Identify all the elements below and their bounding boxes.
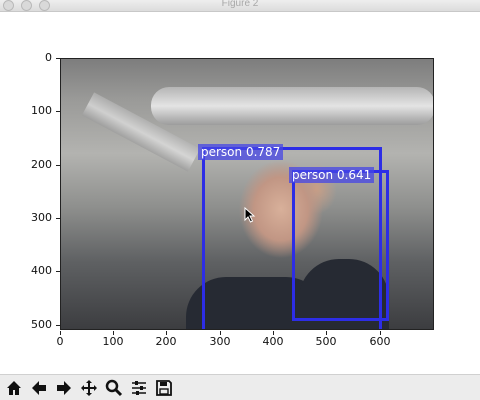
ceiling-duct <box>151 87 433 125</box>
detection-box <box>292 170 389 321</box>
detection-label: person 0.787 <box>198 144 284 160</box>
configure-subplots-button[interactable] <box>128 378 150 398</box>
x-tick-label: 200 <box>155 335 177 348</box>
x-tick-mark <box>113 331 114 335</box>
x-tick-mark <box>220 331 221 335</box>
detection-label: person 0.641 <box>289 167 375 183</box>
y-tick-label: 400 <box>31 264 52 277</box>
y-tick-label: 100 <box>31 104 52 117</box>
x-tick-mark <box>273 331 274 335</box>
x-tick-mark <box>380 331 381 335</box>
navigation-toolbar <box>0 374 480 400</box>
forward-arrow-icon <box>57 381 71 395</box>
window-title: Figure 2 <box>221 0 259 9</box>
y-tick-label: 0 <box>45 51 52 64</box>
save-icon <box>156 380 172 396</box>
zoom-icon <box>105 379 123 397</box>
home-button[interactable] <box>3 378 25 398</box>
zoom-button[interactable] <box>103 378 125 398</box>
window-titlebar: Figure 2 <box>0 0 480 12</box>
save-button[interactable] <box>153 378 175 398</box>
x-tick-label: 0 <box>56 335 64 348</box>
x-tick-label: 400 <box>262 335 284 348</box>
back-arrow-icon <box>32 381 46 395</box>
x-tick-label: 600 <box>369 335 391 348</box>
home-icon <box>7 381 21 395</box>
y-tick-label: 200 <box>31 158 52 171</box>
y-tick-label: 500 <box>31 318 52 331</box>
x-tick-label: 100 <box>102 335 124 348</box>
pan-icon <box>81 380 97 396</box>
x-tick-mark <box>166 331 167 335</box>
x-tick-label: 300 <box>209 335 231 348</box>
x-tick-mark <box>60 331 61 335</box>
forward-button[interactable] <box>53 378 75 398</box>
figure-canvas[interactable]: 0 100 200 300 400 500 0 100 200 300 400 … <box>0 13 480 374</box>
pan-button[interactable] <box>78 378 100 398</box>
mouse-cursor-icon <box>244 207 256 223</box>
y-tick-label: 300 <box>31 211 52 224</box>
back-button[interactable] <box>28 378 50 398</box>
x-tick-label: 500 <box>315 335 337 348</box>
configure-subplots-icon <box>132 381 146 395</box>
image-axes[interactable]: person 0.787 person 0.641 <box>60 58 434 330</box>
x-tick-mark <box>326 331 327 335</box>
